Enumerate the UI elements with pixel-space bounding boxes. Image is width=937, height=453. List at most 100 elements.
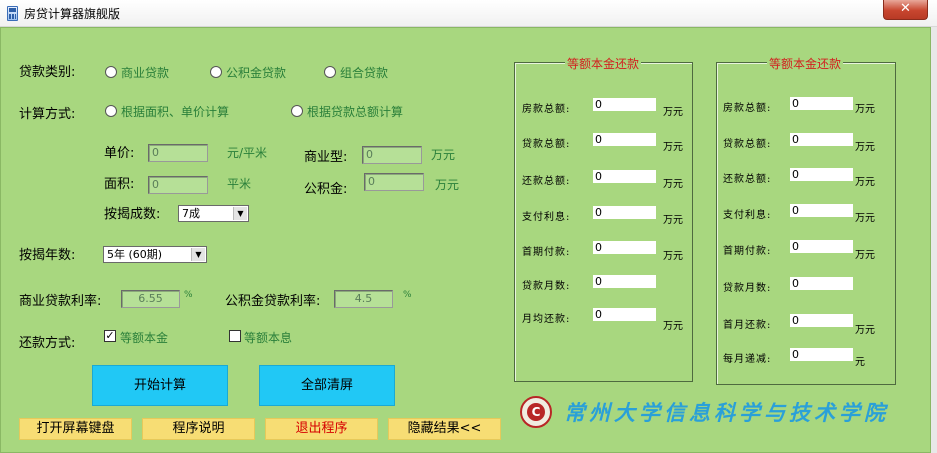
unit-price-unit: 元/平米 (227, 146, 268, 160)
radio-by-total[interactable] (291, 105, 303, 117)
result-value-field[interactable]: 0 (790, 348, 853, 361)
radio-fund-loan[interactable] (210, 66, 222, 78)
result-value-field[interactable]: 0 (790, 168, 853, 181)
university-logo: C (520, 396, 552, 428)
result-label: 支付利息: (723, 210, 772, 221)
checkbox-equal-installment-label[interactable]: 等额本息 (244, 329, 292, 346)
result-value-field[interactable]: 0 (593, 275, 656, 288)
result-label: 贷款月数: (522, 281, 571, 292)
radio-combined-loan[interactable] (324, 66, 336, 78)
result-unit: 万元 (663, 215, 683, 226)
result-unit: 万元 (663, 142, 683, 153)
checkbox-equal-installment[interactable] (229, 330, 241, 342)
area-label: 面积: (104, 177, 135, 192)
radio-combined-loan-label[interactable]: 组合贷款 (340, 64, 388, 81)
result-group-left-title: 等额本金还款 (565, 55, 642, 72)
hide-results-button[interactable]: 隐藏结果<< (388, 418, 501, 440)
radio-commercial-loan[interactable] (105, 66, 117, 78)
result-unit: 万元 (855, 325, 875, 336)
result-unit: 元 (855, 357, 865, 368)
result-label: 房款总额: (522, 104, 571, 115)
title-bar: 房贷计算器旗舰版 ✕ (0, 0, 937, 27)
loan-type-label: 贷款类别: (19, 65, 76, 80)
result-unit: 万元 (663, 321, 683, 332)
result-label: 月均还款: (522, 314, 571, 325)
commercial-rate-label: 商业贷款利率: (19, 294, 102, 309)
result-value-field[interactable]: 0 (790, 97, 853, 110)
result-unit: 万元 (855, 177, 875, 188)
result-unit: 万元 (855, 250, 875, 261)
fund-amount-unit: 万元 (435, 178, 460, 192)
years-value: 5年 (60期) (107, 248, 163, 261)
years-select[interactable]: 5年 (60期) ▼ (103, 246, 207, 263)
commercial-rate-unit: % (184, 290, 193, 300)
result-unit: 万元 (663, 179, 683, 190)
university-logo-letter: C (527, 403, 545, 421)
result-label: 首月还款: (723, 320, 772, 331)
calculator-icon (7, 6, 18, 21)
checkbox-equal-principal-label[interactable]: 等额本金 (120, 329, 168, 346)
help-button[interactable]: 程序说明 (142, 418, 255, 440)
area-unit: 平米 (227, 177, 252, 191)
fund-rate-label: 公积金贷款利率: (225, 294, 321, 309)
result-value-field[interactable]: 0 (790, 240, 853, 253)
radio-fund-loan-label[interactable]: 公积金贷款 (226, 64, 286, 81)
result-label: 还款总额: (723, 174, 772, 185)
result-value-field[interactable]: 0 (790, 204, 853, 217)
result-label: 每月递减: (723, 354, 772, 365)
close-button[interactable]: ✕ (883, 0, 928, 20)
result-unit: 万元 (663, 251, 683, 262)
result-label: 还款总额: (522, 176, 571, 187)
result-value-field[interactable]: 0 (593, 206, 656, 219)
result-unit: 万元 (663, 107, 683, 118)
college-name: 常州大学信息科学与技术学院 (564, 400, 889, 425)
result-label: 首期付款: (723, 246, 772, 257)
chevron-down-icon[interactable]: ▼ (233, 207, 247, 220)
commercial-rate-input[interactable]: 6.55 (121, 290, 180, 308)
exit-button[interactable]: 退出程序 (265, 418, 378, 440)
result-label: 贷款总额: (723, 139, 772, 150)
window-right-border (931, 27, 937, 453)
commercial-amount-label: 商业型: (304, 150, 348, 165)
main-panel: 贷款类别: 商业贷款 公积金贷款 组合贷款 计算方式: 根据面积、单价计算 根据… (0, 27, 931, 453)
result-label: 贷款月数: (723, 283, 772, 294)
radio-commercial-loan-label[interactable]: 商业贷款 (121, 64, 169, 81)
commercial-amount-input[interactable]: 0 (362, 146, 422, 164)
result-value-field[interactable]: 0 (790, 133, 853, 146)
mortgage-ratio-select[interactable]: 7成 ▼ (178, 205, 249, 222)
checkbox-equal-principal[interactable]: ✓ (104, 330, 116, 342)
years-label: 按揭年数: (19, 248, 76, 263)
radio-by-area-label[interactable]: 根据面积、单价计算 (121, 103, 229, 120)
result-value-field[interactable]: 0 (790, 314, 853, 327)
unit-price-input[interactable]: 0 (148, 144, 208, 162)
radio-by-total-label[interactable]: 根据贷款总额计算 (307, 103, 403, 120)
result-value-field[interactable]: 0 (593, 133, 656, 146)
fund-amount-label: 公积金: (304, 182, 348, 197)
result-value-field[interactable]: 0 (593, 241, 656, 254)
open-keyboard-button[interactable]: 打开屏幕键盘 (19, 418, 132, 440)
result-unit: 万元 (855, 104, 875, 115)
chevron-down-icon[interactable]: ▼ (191, 248, 205, 261)
fund-rate-input[interactable]: 4.5 (334, 290, 393, 308)
repay-method-label: 还款方式: (19, 336, 76, 351)
radio-by-area[interactable] (105, 105, 117, 117)
result-label: 首期付款: (522, 247, 571, 258)
result-label: 房款总额: (723, 103, 772, 114)
calc-method-label: 计算方式: (19, 107, 76, 122)
result-label: 贷款总额: (522, 139, 571, 150)
unit-price-label: 单价: (104, 146, 135, 161)
mortgage-ratio-label: 按揭成数: (104, 207, 161, 222)
calculate-button[interactable]: 开始计算 (92, 365, 228, 406)
result-value-field[interactable]: 0 (790, 277, 853, 290)
mortgage-ratio-value: 7成 (182, 207, 200, 220)
commercial-amount-unit: 万元 (431, 148, 456, 162)
fund-amount-input[interactable]: 0 (364, 173, 424, 191)
result-unit: 万元 (855, 142, 875, 153)
result-value-field[interactable]: 0 (593, 98, 656, 111)
area-input[interactable]: 0 (148, 176, 208, 194)
result-label: 支付利息: (522, 212, 571, 223)
result-value-field[interactable]: 0 (593, 308, 656, 321)
window-title: 房贷计算器旗舰版 (24, 7, 121, 21)
result-value-field[interactable]: 0 (593, 170, 656, 183)
clear-all-button[interactable]: 全部清屏 (259, 365, 395, 406)
